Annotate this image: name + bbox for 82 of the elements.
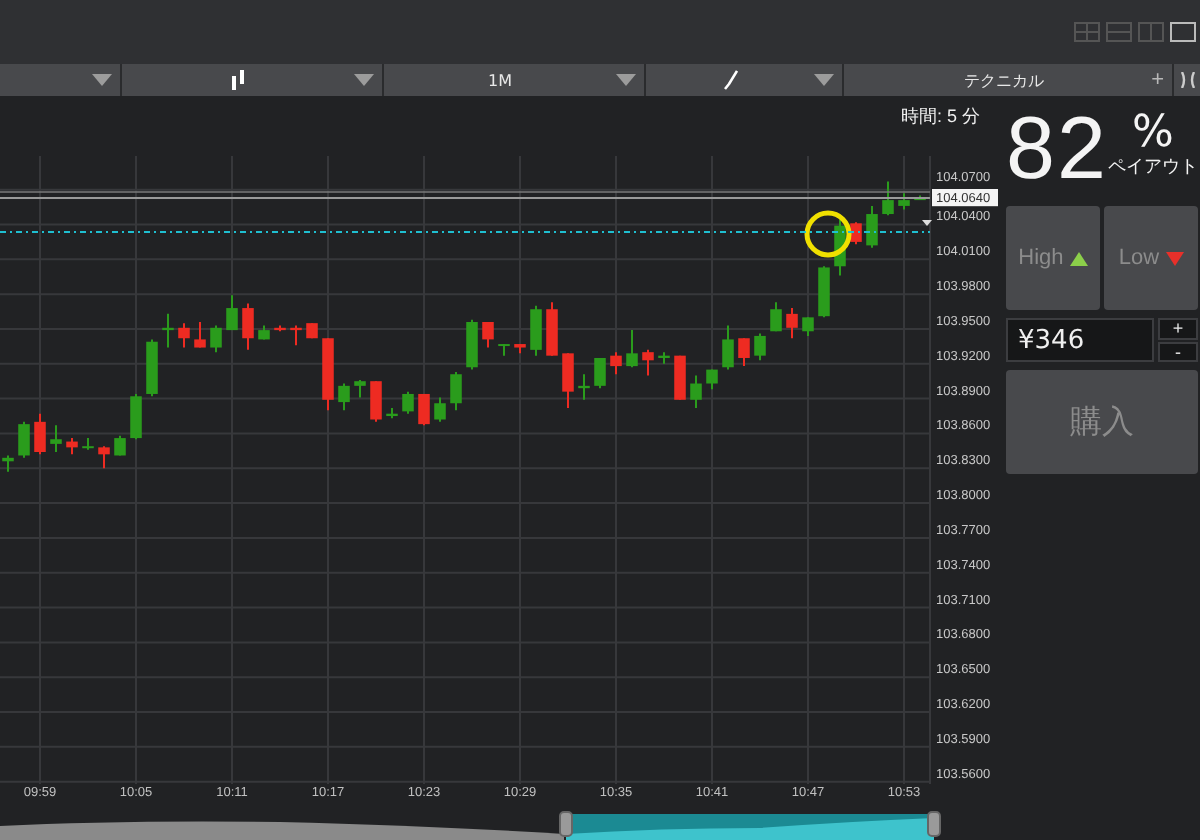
period-label[interactable]: 1M xyxy=(384,71,616,89)
candlestick xyxy=(146,338,158,398)
candlestick xyxy=(130,392,142,441)
candlestick xyxy=(738,337,750,368)
candlestick xyxy=(546,301,558,357)
candlestick xyxy=(370,380,382,423)
candlestick-icon[interactable] xyxy=(232,70,244,90)
candlestick xyxy=(290,324,302,347)
candlestick xyxy=(866,204,878,249)
candlestick xyxy=(338,382,350,412)
candlestick xyxy=(434,396,446,423)
candlestick xyxy=(322,337,334,412)
candlestick xyxy=(850,221,862,246)
timeframe-label: 時間: 5 分 xyxy=(900,106,980,126)
candlestick xyxy=(450,370,462,412)
candlestick xyxy=(18,420,30,459)
candlestick xyxy=(50,424,62,453)
candlestick xyxy=(386,406,398,420)
layout-icon[interactable] xyxy=(1170,22,1196,42)
caret-icon[interactable] xyxy=(814,74,834,86)
candlestick xyxy=(610,351,622,376)
increase-button[interactable]: + xyxy=(1157,318,1198,339)
candlestick xyxy=(914,194,926,202)
candlestick xyxy=(882,180,894,217)
candlestick xyxy=(594,357,606,390)
candlestick xyxy=(498,343,510,357)
candlestick xyxy=(82,437,94,451)
candlestick xyxy=(2,454,14,473)
candlestick xyxy=(274,324,286,333)
candlestick xyxy=(114,434,126,457)
add-button[interactable]: + xyxy=(1143,66,1172,94)
candlestick xyxy=(706,368,718,391)
candlestick xyxy=(466,318,478,371)
candlestick xyxy=(562,352,574,409)
candlestick xyxy=(818,265,830,319)
percent-sign: % xyxy=(1132,112,1174,156)
candlestick xyxy=(98,445,110,470)
candlestick xyxy=(306,322,318,340)
candlestick xyxy=(354,379,366,399)
candlestick xyxy=(834,218,846,277)
candlestick xyxy=(898,192,910,211)
caret-icon[interactable] xyxy=(354,74,374,86)
candlestick xyxy=(210,324,222,354)
highlight-circle xyxy=(804,210,852,258)
candlestick xyxy=(530,304,542,357)
range-handle[interactable] xyxy=(927,811,941,837)
technical-label[interactable]: テクニカル xyxy=(844,69,1144,91)
range-handle[interactable] xyxy=(559,811,573,837)
candlestick xyxy=(626,329,638,369)
candlestick xyxy=(770,301,782,333)
candlestick xyxy=(722,324,734,371)
candlestick xyxy=(402,390,414,415)
candlestick xyxy=(194,321,206,349)
candlestick xyxy=(802,316,814,337)
pointer-icon xyxy=(922,220,932,226)
caret-icon[interactable] xyxy=(92,74,112,86)
candlestick xyxy=(674,354,686,401)
caret-icon[interactable] xyxy=(616,74,636,86)
candlestick xyxy=(482,321,494,349)
candlestick xyxy=(226,294,238,332)
candlestick xyxy=(418,392,430,427)
candlestick xyxy=(578,373,590,401)
payout-label: ペイアウト xyxy=(1107,156,1198,180)
candlestick xyxy=(242,302,254,351)
candlestick xyxy=(658,351,670,365)
collapse-icon[interactable] xyxy=(1179,72,1195,88)
candlestick xyxy=(34,412,46,456)
up-triangle-icon xyxy=(1069,251,1088,265)
decrease-button[interactable]: - xyxy=(1157,341,1198,362)
brush-icon[interactable] xyxy=(723,70,737,90)
candlestick xyxy=(178,322,190,349)
candlestick xyxy=(258,324,270,341)
candlestick xyxy=(642,348,654,377)
candlestick xyxy=(162,312,174,349)
down-triangle-icon xyxy=(1165,251,1184,265)
candlestick xyxy=(690,374,702,409)
amount-field[interactable]: ¥346 xyxy=(1006,318,1154,362)
candlestick xyxy=(514,343,526,355)
payout-value: 82 xyxy=(1006,104,1108,196)
candlestick xyxy=(66,437,78,456)
candlestick xyxy=(754,332,766,362)
candlestick xyxy=(786,307,798,340)
